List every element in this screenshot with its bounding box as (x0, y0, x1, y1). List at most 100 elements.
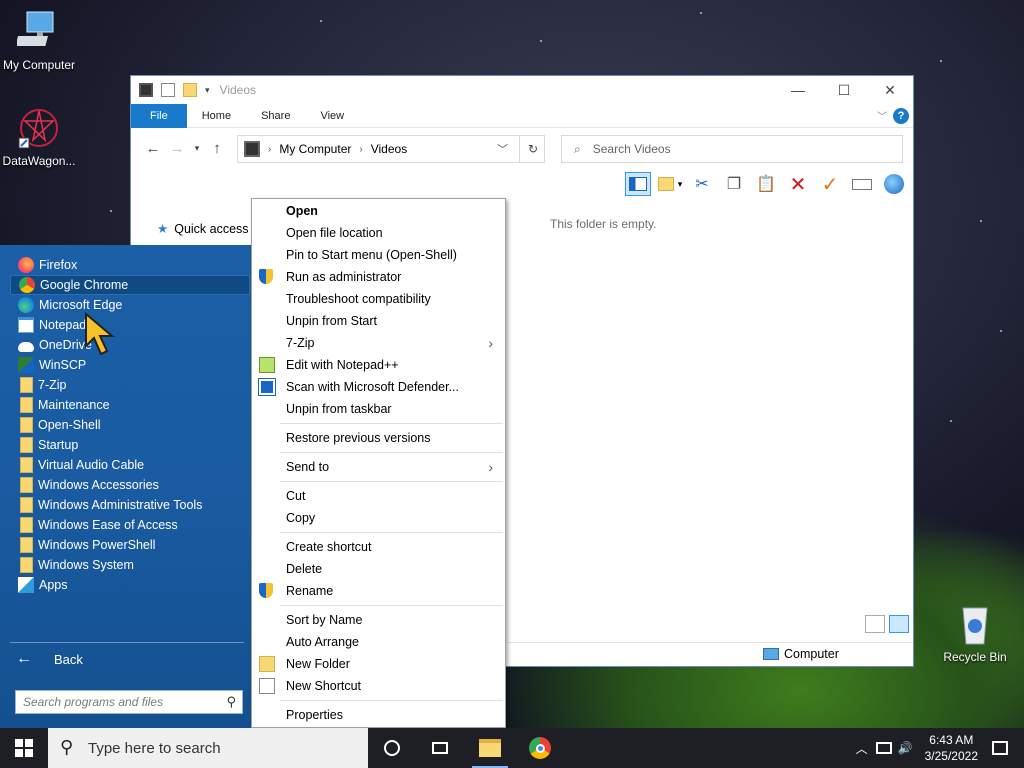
context-menu-item[interactable]: Sort by Name (252, 609, 505, 631)
context-menu: Open Open file location Pin to Start menu … (251, 198, 506, 728)
start-menu-item[interactable]: Open-Shell (10, 415, 250, 435)
context-menu-item[interactable]: Unpin from Start (252, 310, 505, 332)
network-icon[interactable] (875, 742, 892, 754)
start-menu-item[interactable]: Firefox (10, 255, 250, 275)
context-menu-item[interactable]: Properties (252, 704, 505, 726)
tab-view[interactable]: View (305, 104, 359, 128)
internet-options-icon[interactable] (881, 172, 907, 196)
context-menu-item[interactable]: 7-Zip › (252, 332, 505, 354)
context-menu-item-label: Pin to Start menu (Open-Shell) (286, 248, 457, 262)
nav-quick-access[interactable]: ★ Quick access (157, 221, 249, 237)
start-menu-item[interactable]: WinSCP (10, 355, 250, 375)
properties-check-icon[interactable] (161, 83, 175, 97)
start-menu-item[interactable]: Windows System (10, 555, 250, 575)
minimize-button[interactable]: — (775, 76, 821, 104)
delete-icon[interactable]: ✕ (785, 172, 811, 196)
start-search-input[interactable]: Search programs and files ⚲ (15, 690, 243, 714)
context-menu-item[interactable]: Troubleshoot compatibility (252, 288, 505, 310)
refresh-button[interactable]: ↻ (519, 135, 546, 163)
taskbar-file-explorer[interactable] (466, 728, 514, 768)
start-menu-item[interactable]: Windows Accessories (10, 475, 250, 495)
tab-home[interactable]: Home (187, 104, 246, 128)
start-menu-item[interactable]: Apps (10, 575, 250, 595)
close-button[interactable]: ✕ (867, 76, 913, 104)
address-dropdown-icon[interactable]: ﹀ (497, 141, 508, 157)
start-menu-item[interactable]: Maintenance (10, 395, 250, 415)
back-button[interactable]: ← Back (16, 650, 83, 668)
up-arrow-icon[interactable]: ↑ (205, 140, 229, 157)
task-view-icon[interactable] (416, 728, 464, 768)
tab-share[interactable]: Share (246, 104, 305, 128)
navigation-pane-icon[interactable] (625, 172, 651, 196)
maximize-button[interactable]: ☐ (821, 76, 867, 104)
context-menu-item[interactable]: Pin to Start menu (Open-Shell) (252, 244, 505, 266)
context-menu-item[interactable]: Auto Arrange (252, 631, 505, 653)
start-button[interactable] (0, 728, 48, 768)
paste-icon[interactable]: 📋 (753, 172, 779, 196)
start-menu-item-label: Microsoft Edge (39, 298, 123, 312)
start-menu-item[interactable]: 7-Zip (10, 375, 250, 395)
search-input[interactable]: ⌕ Search Videos (561, 135, 903, 163)
context-menu-item[interactable]: Run as administrator (252, 266, 505, 288)
desktop-icon-recycle-bin[interactable]: Recycle Bin (930, 602, 1020, 664)
new-folder-dropdown-icon[interactable]: ▾ (657, 172, 683, 196)
new-folder-icon[interactable] (183, 83, 197, 97)
address-bar[interactable]: › My Computer › Videos ﹀ (237, 135, 545, 163)
show-hidden-icons-icon[interactable]: ︿ (856, 740, 868, 757)
context-menu-item-label: Sort by Name (286, 613, 363, 627)
context-menu-item[interactable]: Create shortcut (252, 536, 505, 558)
start-menu-item[interactable]: Notepad (10, 315, 250, 335)
star-icon: ★ (157, 222, 169, 236)
context-menu-item[interactable]: Delete (252, 558, 505, 580)
start-menu-item[interactable]: Microsoft Edge (10, 295, 250, 315)
context-menu-item[interactable]: Copy (252, 507, 505, 529)
context-menu-item[interactable]: Open file location (252, 222, 505, 244)
cortana-icon[interactable] (368, 728, 416, 768)
desktop-icon-datawagon[interactable]: DataWagon... (0, 106, 84, 168)
start-menu-item[interactable]: OneDrive (10, 335, 250, 355)
taskbar-chrome[interactable] (516, 728, 564, 768)
help-icon[interactable]: ? (893, 108, 909, 124)
context-menu-item[interactable]: Unpin from taskbar (252, 398, 505, 420)
start-menu-item[interactable]: Windows PowerShell (10, 535, 250, 555)
copy-icon[interactable]: ❐ (721, 172, 747, 196)
context-menu-item[interactable]: Send to › (252, 456, 505, 478)
tab-file[interactable]: File (131, 103, 187, 128)
breadcrumb-videos[interactable]: Videos (371, 142, 407, 156)
clock[interactable]: 6:43 AM 3/25/2022 (925, 732, 978, 764)
notification-center-icon[interactable] (992, 741, 1008, 755)
desktop-icon-label: DataWagon... (2, 154, 76, 168)
back-arrow-icon[interactable]: ← (141, 140, 165, 157)
start-menu-item[interactable]: Windows Administrative Tools (10, 495, 250, 515)
taskbar-search-box[interactable]: ⚲ Type here to search (48, 728, 368, 768)
start-menu-item[interactable]: Virtual Audio Cable (10, 455, 250, 475)
computer-icon (15, 10, 61, 54)
context-menu-item[interactable]: Open (252, 200, 505, 222)
start-menu-item[interactable]: Windows Ease of Access (10, 515, 250, 535)
expand-ribbon-icon[interactable]: ﹀ (877, 108, 887, 123)
context-menu-item[interactable]: Rename (252, 580, 505, 602)
context-menu-item[interactable]: Restore previous versions (252, 427, 505, 449)
context-menu-item[interactable]: Cut (252, 485, 505, 507)
large-icons-view-icon[interactable] (889, 615, 909, 633)
context-menu-item-label: Copy (286, 511, 316, 525)
details-view-icon[interactable] (865, 615, 885, 633)
properties-check-icon[interactable]: ✓ (817, 172, 843, 196)
context-menu-item-label: Create shortcut (286, 540, 372, 554)
context-menu-item[interactable]: Scan with Microsoft Defender... (252, 376, 505, 398)
cut-icon[interactable]: ✂ (689, 172, 715, 196)
start-menu-item[interactable]: Startup (10, 435, 250, 455)
breadcrumb-my-computer[interactable]: My Computer (279, 142, 351, 156)
context-menu-item[interactable]: New Shortcut (252, 675, 505, 697)
context-menu-item[interactable]: New Folder (252, 653, 505, 675)
recent-locations-icon[interactable]: ▾ (189, 143, 205, 154)
start-menu-item[interactable]: Google Chrome (10, 275, 250, 295)
context-menu-item-label: Open file location (286, 226, 383, 240)
context-menu-item[interactable]: Edit with Notepad++ (252, 354, 505, 376)
forward-arrow-icon[interactable]: → (165, 140, 189, 157)
desktop-icon-my-computer[interactable]: My Computer (0, 10, 84, 72)
rename-icon[interactable] (849, 172, 875, 196)
qa-dropdown-icon[interactable]: ▾ (205, 85, 210, 96)
recycle-bin-icon (953, 602, 997, 646)
volume-icon[interactable]: 🔊 (898, 741, 913, 755)
